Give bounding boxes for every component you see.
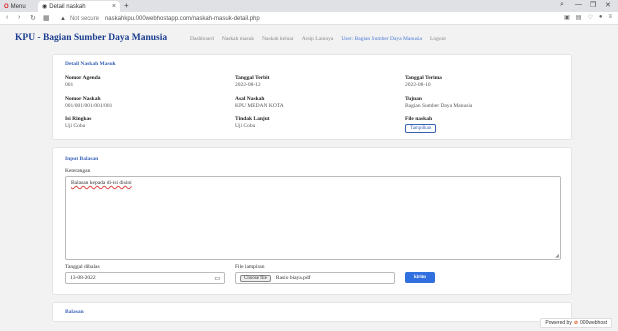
minimize-button[interactable]: — (575, 1, 582, 8)
heart-icon[interactable]: ♡ (587, 14, 592, 21)
label: Nomor Agenda (65, 75, 101, 81)
kirim-button[interactable]: kirim (405, 272, 435, 283)
field-isi-ringkas: Isi Ringkas Uji Coba (65, 116, 91, 129)
value: 2022-08-10 (405, 82, 431, 88)
nav-logout[interactable]: Logout (430, 36, 446, 42)
value: Uji Coba (65, 123, 86, 129)
file-lampiran-input[interactable]: Choose file Rasio biaya.pdf (235, 272, 395, 284)
profile-icon[interactable]: ● (599, 14, 603, 21)
balasan-title: Balasan (65, 309, 84, 315)
tanggal-value: 13-08-2022 (70, 275, 96, 281)
field-tindak-lanjut: Tindak Lanjut Uji Coba (235, 116, 270, 129)
label: Tujuan (405, 96, 422, 102)
calendar-icon[interactable]: ▭ (214, 275, 220, 282)
label: Asal Naskah (235, 96, 265, 102)
powered-by-label: Powered by (545, 320, 572, 326)
label: Tanggal Terbit (235, 75, 270, 81)
search-tabs-icon[interactable]: ⌕ (560, 1, 564, 9)
choose-file-button[interactable]: Choose file (240, 274, 271, 282)
label: Isi Ringkas (65, 116, 92, 122)
speed-dial-icon[interactable]: ▦ (43, 14, 50, 22)
file-lampiran-label: File lampiran (235, 264, 265, 270)
toolbar-icons: ▣ ▤ ♡ ● ≡ (564, 14, 612, 21)
forward-icon[interactable]: › (18, 14, 20, 21)
address-bar[interactable]: ▲ Not secure naskahkpu.000webhostapp.com… (60, 14, 540, 23)
tab-menu[interactable]: O Menu (0, 1, 36, 12)
nav-links: Dashboard Naskah masuk Naskah keluar Ars… (190, 36, 446, 42)
field-tanggal-terbit: Tanggal Terbit 2022-08-12 (235, 75, 270, 88)
new-tab-button[interactable]: + (124, 1, 129, 10)
file-name: Rasio biaya.pdf (275, 275, 311, 281)
value: Bagian Sumber Daya Manusia (405, 103, 473, 109)
tanggal-dibalas-input[interactable]: 13-08-2022 ▭ (65, 272, 225, 284)
field-tujuan: Tujuan Bagian Sumber Daya Manusia (405, 96, 472, 109)
nav-arsip-lainnya[interactable]: Arsip Lainnya (302, 36, 334, 42)
label: File naskah (405, 116, 433, 122)
extensions-icon[interactable]: ▤ (576, 14, 582, 21)
back-icon[interactable]: ‹ (6, 14, 8, 21)
reload-icon[interactable]: ↻ (30, 14, 36, 22)
keterangan-value: Balasan kepada di-isi disini (71, 180, 132, 186)
app-navbar: KPU - Bagian Sumber Daya Manusia Dashboa… (0, 28, 618, 50)
label: Tindak Lanjut (235, 116, 270, 122)
menu-icon[interactable]: ≡ (608, 14, 612, 21)
input-balasan-title: Input Balasan (65, 156, 99, 162)
field-nomor-naskah: Nomor Naskah 001/001/001/001/001 (65, 96, 112, 109)
tampilkan-button[interactable]: Tampilkan (405, 124, 437, 133)
detail-card-title: Detail Naskah Masuk (65, 61, 116, 67)
value: KPU MEDAN KOTA (235, 103, 284, 109)
browser-toolbar: ‹ › ↻ ▦ ▲ Not secure naskahkpu.000webhos… (0, 12, 618, 25)
detail-card: Detail Naskah Masuk Nomor Agenda 001 Tan… (52, 54, 572, 140)
value: 2022-08-12 (235, 82, 261, 88)
field-asal-naskah: Asal Naskah KPU MEDAN KOTA (235, 96, 284, 109)
label: Nomor Naskah (65, 96, 101, 102)
resize-handle-icon[interactable]: ◢ (555, 253, 559, 259)
tab-active-label: Detail naskah (49, 3, 86, 10)
brand-title[interactable]: KPU - Bagian Sumber Daya Manusia (15, 33, 167, 43)
host-name: 000webhost (580, 320, 607, 326)
tanggal-dibalas-label: Tanggal dibalas (65, 264, 100, 270)
url-text: naskahkpu.000webhostapp.com/naskah-masuk… (104, 15, 260, 22)
value: Uji Coba (235, 123, 256, 129)
warning-icon: ▲ (60, 15, 66, 22)
keterangan-label: Keterangan (65, 168, 91, 174)
keterangan-textarea[interactable]: Balasan kepada di-isi disini ◢ (65, 176, 561, 260)
not-secure-label: Not secure (69, 15, 99, 22)
tab-active[interactable]: ◉ Detail naskah × (38, 1, 120, 12)
nav-dashboard[interactable]: Dashboard (190, 36, 214, 42)
close-window-button[interactable]: ✕ (605, 1, 611, 9)
field-tanggal-terima: Tanggal Terima 2022-08-10 (405, 75, 442, 88)
label: Tanggal Terima (405, 75, 442, 81)
field-nomor-agenda: Nomor Agenda 001 (65, 75, 101, 88)
powered-by-badge[interactable]: Powered by ⊘ 000webhost (540, 318, 612, 328)
nav-naskah-masuk[interactable]: Naskah masuk (222, 36, 254, 42)
value: 001/001/001/001/001 (65, 103, 113, 109)
opera-icon: O (4, 3, 9, 10)
maximize-button[interactable]: ❐ (590, 1, 596, 9)
webhost-logo-icon: ⊘ (573, 320, 579, 326)
balasan-card: Balasan (52, 302, 572, 322)
nav-naskah-keluar[interactable]: Naskah keluar (262, 36, 294, 42)
value: 001 (65, 82, 74, 88)
tab-close-icon[interactable]: × (112, 3, 116, 10)
globe-icon: ◉ (42, 4, 48, 10)
tab-menu-label: Menu (10, 3, 26, 10)
input-balasan-card: Input Balasan Keterangan Balasan kepada … (52, 147, 572, 295)
browser-tabbar: O Menu ◉ Detail naskah × + ⌕ — ❐ ✕ (0, 0, 618, 12)
field-file-naskah: File naskah Tampilkan (405, 116, 437, 133)
nav-user[interactable]: User: Bagian Sumber Daya Manusia (341, 36, 422, 42)
camera-icon[interactable]: ▣ (564, 14, 570, 21)
